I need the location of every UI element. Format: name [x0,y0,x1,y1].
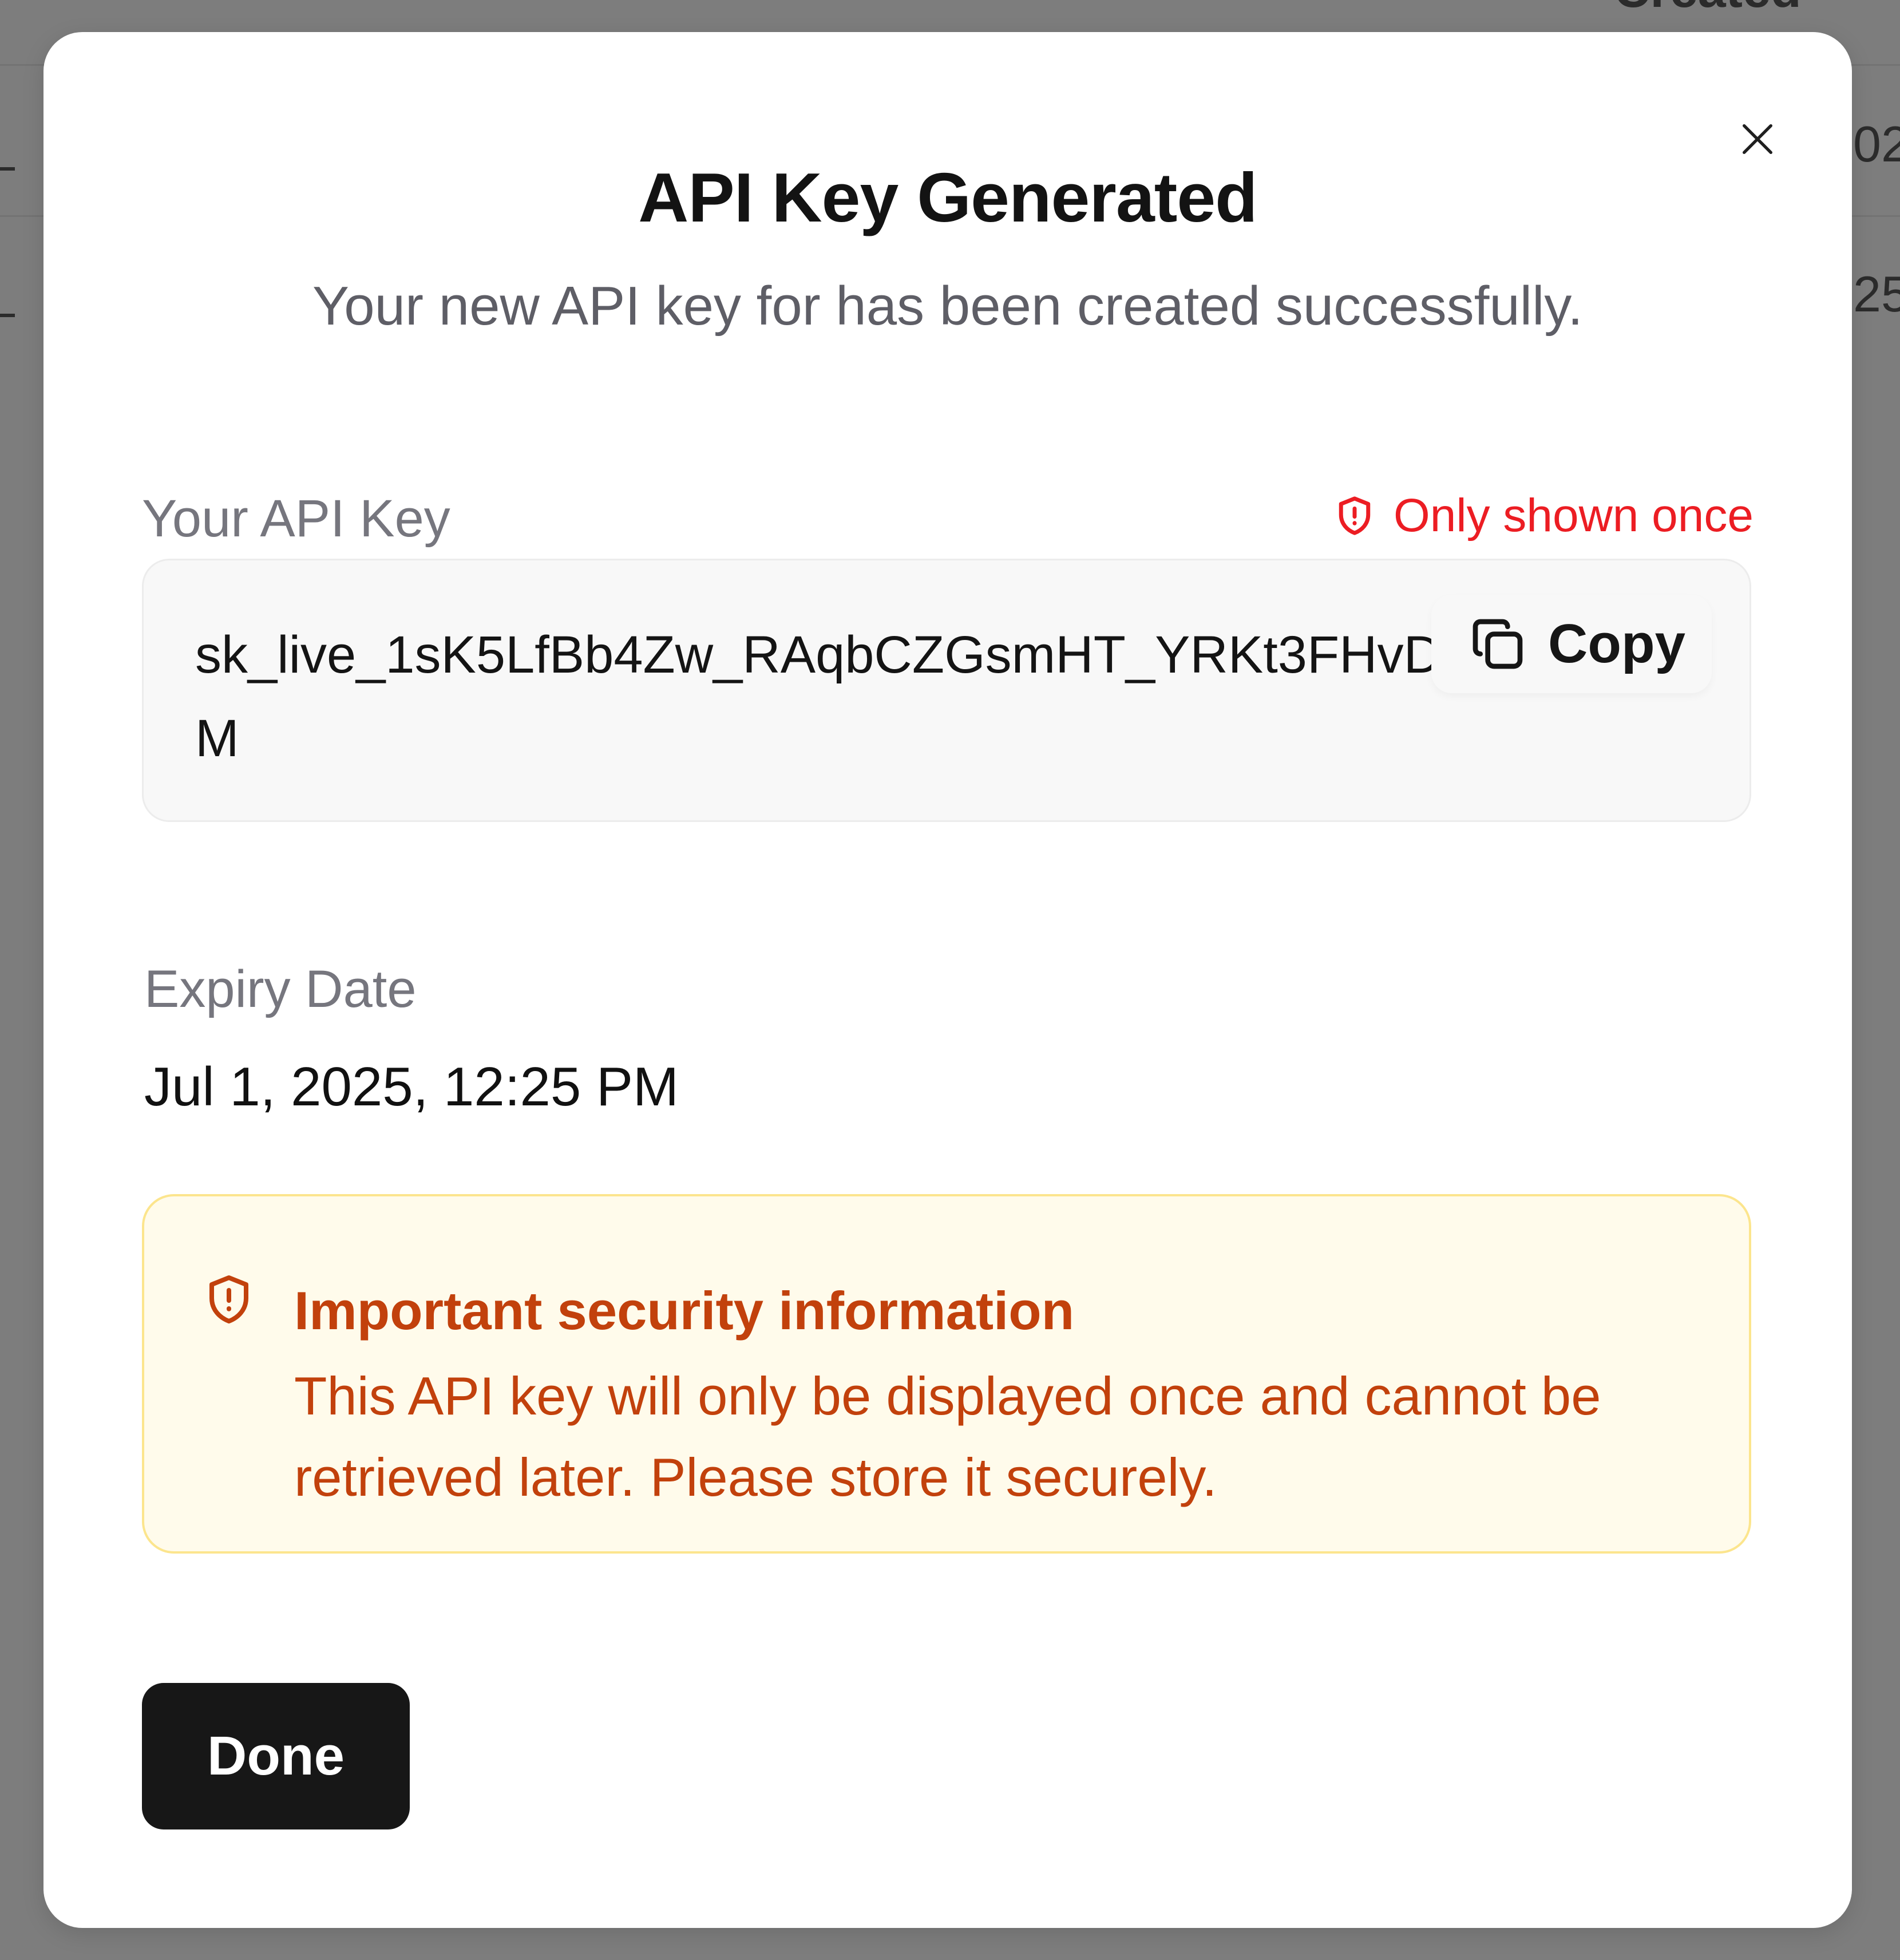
background-row-fragment: 25 [1853,266,1900,322]
dialog-title: API Key Generated [638,159,1257,236]
security-alert-body: This API key will only be displayed once… [294,1366,1601,1507]
api-key-dialog: API Key Generated Your new API key for h… [43,32,1852,1928]
copy-icon [1472,619,1523,669]
only-shown-once-text: Only shown once [1393,489,1753,542]
background-dash [0,314,15,317]
api-key-value[interactable]: sk_live_1sK5LfBb4Zw_RAqbCZGsmHT_YRKt3FHv… [195,613,1477,780]
background-dash [0,167,15,171]
copy-button-label: Copy [1548,613,1685,674]
only-shown-once-warning: Only shown once [1333,489,1753,542]
done-button[interactable]: Done [142,1683,410,1829]
security-alert: Important security information This API … [142,1194,1751,1554]
security-alert-title: Important security information [294,1281,1075,1341]
dialog-subtitle: Your new API key for has been created su… [312,275,1583,337]
expiry-date-value: Jul 1, 2025, 12:25 PM [144,1056,679,1117]
background-row-fragment: 02 [1853,116,1900,172]
shield-alert-icon [1339,496,1371,535]
expiry-date-label: Expiry Date [144,960,417,1018]
background-header-fragment: Created [1614,0,1802,15]
shield-alert-icon [209,1275,248,1323]
api-key-box: sk_live_1sK5LfBb4Zw_RAqbCZGsmHT_YRKt3FHv… [142,559,1751,822]
api-key-label: Your API Key [142,489,450,548]
close-icon [1743,124,1772,154]
copy-button[interactable]: Copy [1431,595,1712,693]
